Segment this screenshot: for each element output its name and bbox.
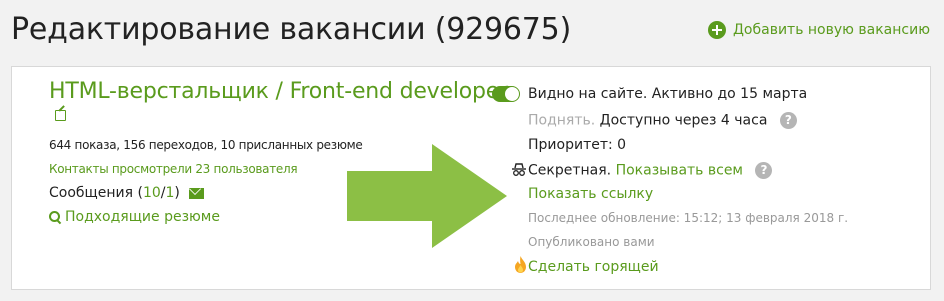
help-icon[interactable]: ? [779,112,797,129]
vacancy-card: HTML-верстальщик / Front-end developer 6… [11,66,931,290]
visibility-toggle[interactable] [492,86,520,102]
published-by-text: Опубликовано вами [528,235,655,249]
show-link-button[interactable]: Показать ссылку [528,186,653,202]
last-update-text: Последнее обновление: 15:12; 13 февраля … [528,211,849,225]
mail-icon[interactable] [188,187,204,199]
visibility-status: Видно на сайте. Активно до 15 марта [528,86,808,102]
priority-text: Приоритет: 0 [528,137,627,153]
plus-icon [707,21,726,39]
messages-close-paren: ) [174,185,180,201]
vacancy-stats: 644 показа, 156 переходов, 10 присланных… [49,138,363,152]
secret-label: Секретная. [528,162,612,179]
matching-resumes-label: Подходящие резюме [65,209,220,225]
vacancy-title-link[interactable]: HTML-верстальщик / Front-end developer [49,79,508,104]
incognito-icon [512,163,526,176]
contacts-viewed-link[interactable]: Контакты просмотрели 23 пользователя [49,162,298,176]
messages-label: Сообщения ( [49,185,143,201]
raise-availability: Доступно через 4 часа [599,112,768,129]
messages-total-link[interactable]: 10 [143,185,161,201]
raise-button[interactable]: Поднять. [528,113,595,129]
messages-row: Сообщения ( 10 / 1 ) [49,185,204,201]
secret-row: Секретная. Показывать всем ? [528,162,773,179]
add-vacancy-label: Добавить новую вакансию [732,22,930,38]
fire-icon [515,256,526,273]
arrow-right-icon [347,144,507,248]
messages-new-link[interactable]: 1 [165,185,174,201]
help-icon[interactable]: ? [755,162,773,179]
add-vacancy-button[interactable]: Добавить новую вакансию [707,21,930,39]
search-icon [49,211,61,223]
external-link-icon[interactable] [55,110,66,121]
page-title: Редактирование вакансии (929675) [11,12,572,47]
make-hot-link[interactable]: Сделать горящей [528,259,659,275]
matching-resumes-link[interactable]: Подходящие резюме [49,209,220,225]
show-to-all-link[interactable]: Показывать всем [616,163,743,179]
raise-row: Поднять. Доступно через 4 часа ? [528,112,797,129]
